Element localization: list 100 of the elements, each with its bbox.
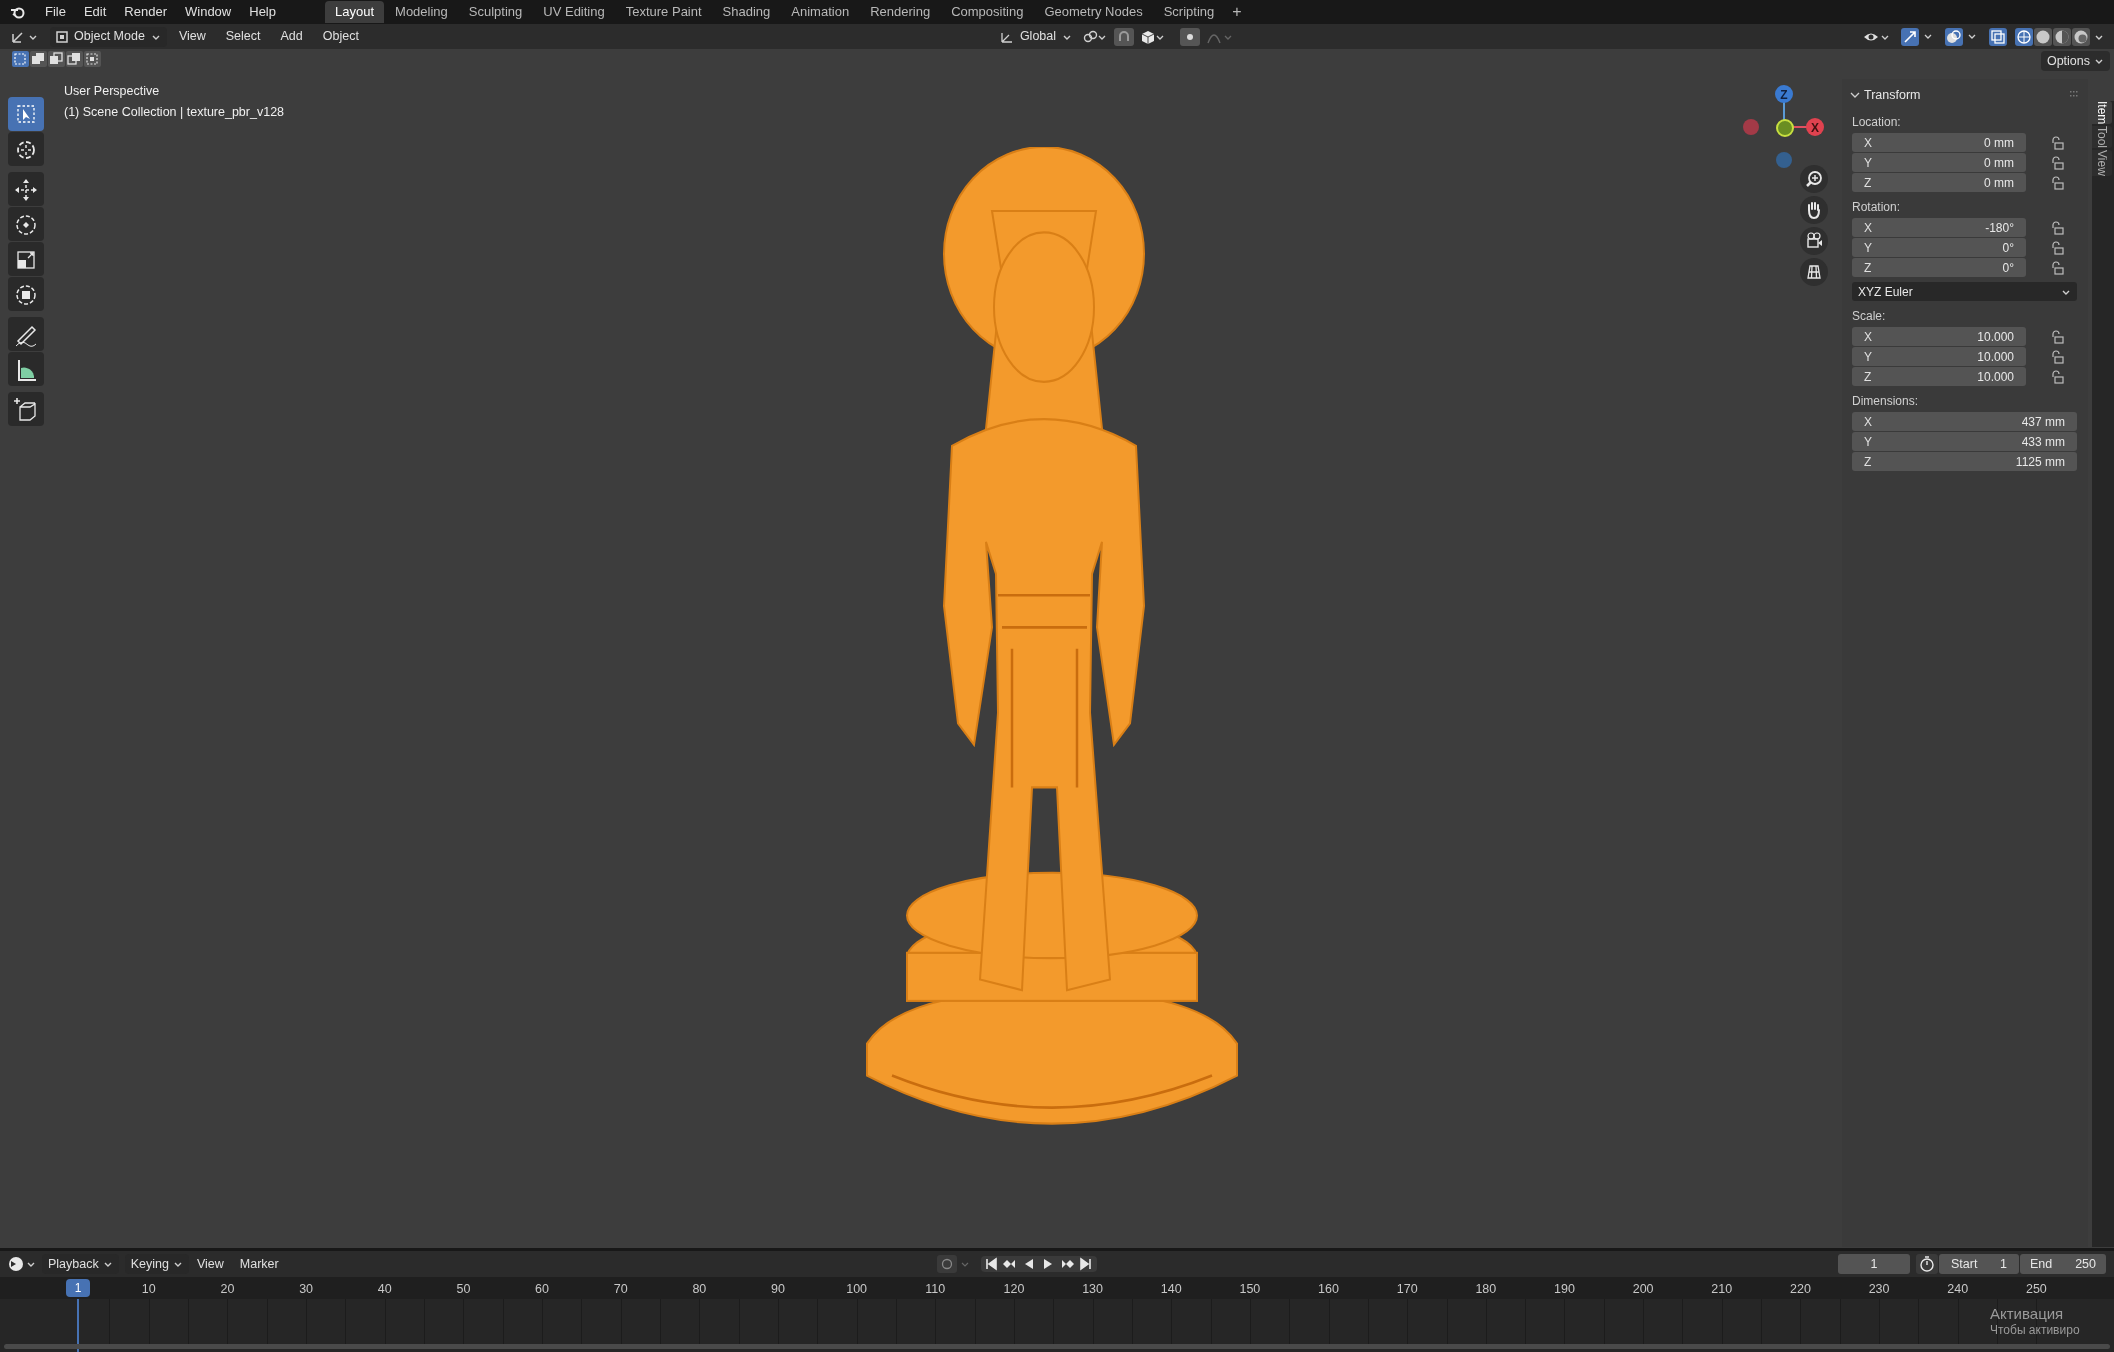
number-field[interactable]: Y 10.000 [1852,347,2026,366]
zoom-icon[interactable] [1800,165,1828,193]
menu-item[interactable]: Help [240,2,285,22]
workspace-tab[interactable]: Shading [712,1,781,23]
editor-type-menu[interactable] [8,1254,36,1274]
add-cube-tool[interactable] [8,392,44,426]
negative-x-axis-handle[interactable] [1743,119,1759,135]
end-frame-field[interactable]: End 250 [2020,1254,2106,1274]
workspace-tab[interactable]: Rendering [860,1,941,23]
current-frame-field[interactable]: 1 [1838,1254,1910,1274]
playhead-marker[interactable]: 1 [66,1279,90,1297]
padlock-icon[interactable] [2050,329,2064,344]
menu-item[interactable]: File [36,2,75,22]
workspace-tab[interactable]: Sculpting [458,1,533,23]
menu-item[interactable]: Select [217,27,269,46]
negative-z-axis-handle[interactable] [1776,152,1792,168]
menu-item[interactable]: Add [272,27,311,46]
start-frame-field[interactable]: Start 1 [1939,1254,2019,1274]
transform-tool[interactable] [8,277,44,311]
workspace-tab[interactable]: Modeling [385,1,458,23]
record-icon[interactable] [936,1255,971,1273]
sidebar-tab[interactable]: Tool [2092,126,2112,149]
sidebar-tab[interactable]: Item [2092,101,2112,125]
padlock-icon[interactable] [2050,135,2064,150]
scale-tool[interactable] [8,242,44,276]
cursor-tool[interactable] [8,132,44,166]
padlock-icon[interactable] [2050,220,2064,235]
intersect-selection-icon[interactable] [84,51,101,67]
number-field[interactable]: Y 433 mm [1852,432,2077,451]
invert-selection-icon[interactable] [66,51,83,67]
panel-title[interactable]: Transform [1864,85,1921,105]
workspace-tab[interactable]: UV Editing [533,1,615,23]
section-label: Rotation: [1852,199,1902,216]
frame-number: 140 [1160,1281,1182,1298]
navigation-gizmo[interactable]: Z X [1737,74,1827,174]
padlock-icon[interactable] [2050,260,2064,275]
number-field[interactable]: Z 1125 mm [1852,452,2077,471]
xray-squares-icon[interactable] [1989,27,2007,46]
workspace-tab[interactable]: Scripting [1153,1,1225,23]
menu-item[interactable]: View [170,27,214,46]
camera-icon[interactable] [1800,227,1828,255]
extend-selection-icon[interactable] [30,51,47,67]
rotate-tool[interactable] [8,207,44,241]
workspace-tab[interactable]: Animation [781,1,860,23]
drag-handle-icon[interactable] [2070,91,2080,99]
padlock-icon[interactable] [2050,349,2064,364]
menu-dropdown[interactable]: Playback [42,1254,119,1274]
padlock-icon[interactable] [2050,369,2064,384]
workspace-tab[interactable]: Layout [325,1,385,23]
number-field[interactable]: X 10.000 [1852,327,2026,346]
padlock-icon[interactable] [2050,240,2064,255]
workspace-tab[interactable]: Compositing [941,1,1034,23]
menu-item[interactable]: Edit [74,2,116,22]
number-field[interactable]: Y 0° [1852,238,2026,257]
subtract-selection-icon[interactable] [48,51,65,67]
collapse-chevron-icon[interactable] [1850,90,1860,100]
number-field[interactable]: X 437 mm [1852,412,2077,431]
grid-icon[interactable] [1800,258,1828,286]
frame-number: 90 [771,1281,785,1298]
stopwatch-icon[interactable] [1916,1254,1938,1274]
number-field[interactable]: Y 0 mm [1852,153,2026,172]
menu-item[interactable]: Render [115,2,176,22]
pivot-link-icon[interactable] [1082,28,1108,45]
workspace-tab[interactable]: Texture Paint [615,1,712,23]
measure-ruler-tool[interactable] [8,352,44,386]
menu-dropdown[interactable]: Keying [124,1254,189,1274]
padlock-icon[interactable] [2050,155,2064,170]
number-field[interactable]: X -180° [1852,218,2026,237]
wireframe-sphere-icon[interactable] [2015,27,2033,46]
axis-label: X [1811,121,1819,135]
orientation-dropdown[interactable]: Global [995,26,1076,47]
menu-item[interactable]: Window [176,2,241,22]
y-axis-handle[interactable] [1776,119,1794,137]
menu-item[interactable]: Marker [231,1254,287,1274]
number-field[interactable]: Z 10.000 [1852,367,2026,386]
select-box-tool[interactable] [8,97,44,131]
options-dropdown[interactable]: Options [2040,51,2110,71]
workspace-tab[interactable]: Geometry Nodes [1034,1,1153,23]
snap-magnet-icon[interactable] [1114,27,1134,46]
shaded-sphere-icon[interactable] [2072,27,2090,46]
axis-label: Z [1780,88,1788,102]
mode-dropdown[interactable]: Object Mode [50,26,167,47]
sidebar-tab[interactable]: View [2092,150,2112,177]
padlock-icon[interactable] [2050,175,2064,190]
number-field[interactable]: Z 0 mm [1852,173,2026,192]
menu-item[interactable]: Object [314,27,367,46]
solid-sphere-icon[interactable] [2034,27,2052,46]
half-shaded-sphere-icon[interactable] [2053,27,2071,46]
hand-icon[interactable] [1800,196,1828,224]
number-field[interactable]: Z 0° [1852,258,2026,277]
menu-item[interactable]: View [188,1254,232,1274]
frame-number: 120 [1003,1281,1025,1298]
number-field[interactable]: X 0 mm [1852,133,2026,152]
cube-icon[interactable] [1140,28,1166,45]
add-workspace-button[interactable]: + [1224,0,1250,24]
rotation-mode-dropdown[interactable]: XYZ Euler [1852,282,2077,301]
new-selection-icon[interactable] [12,51,29,67]
annotate-pencil-tool[interactable] [8,317,44,351]
horizontal-scrollbar[interactable] [4,1344,2110,1349]
move-tool[interactable] [8,172,44,206]
